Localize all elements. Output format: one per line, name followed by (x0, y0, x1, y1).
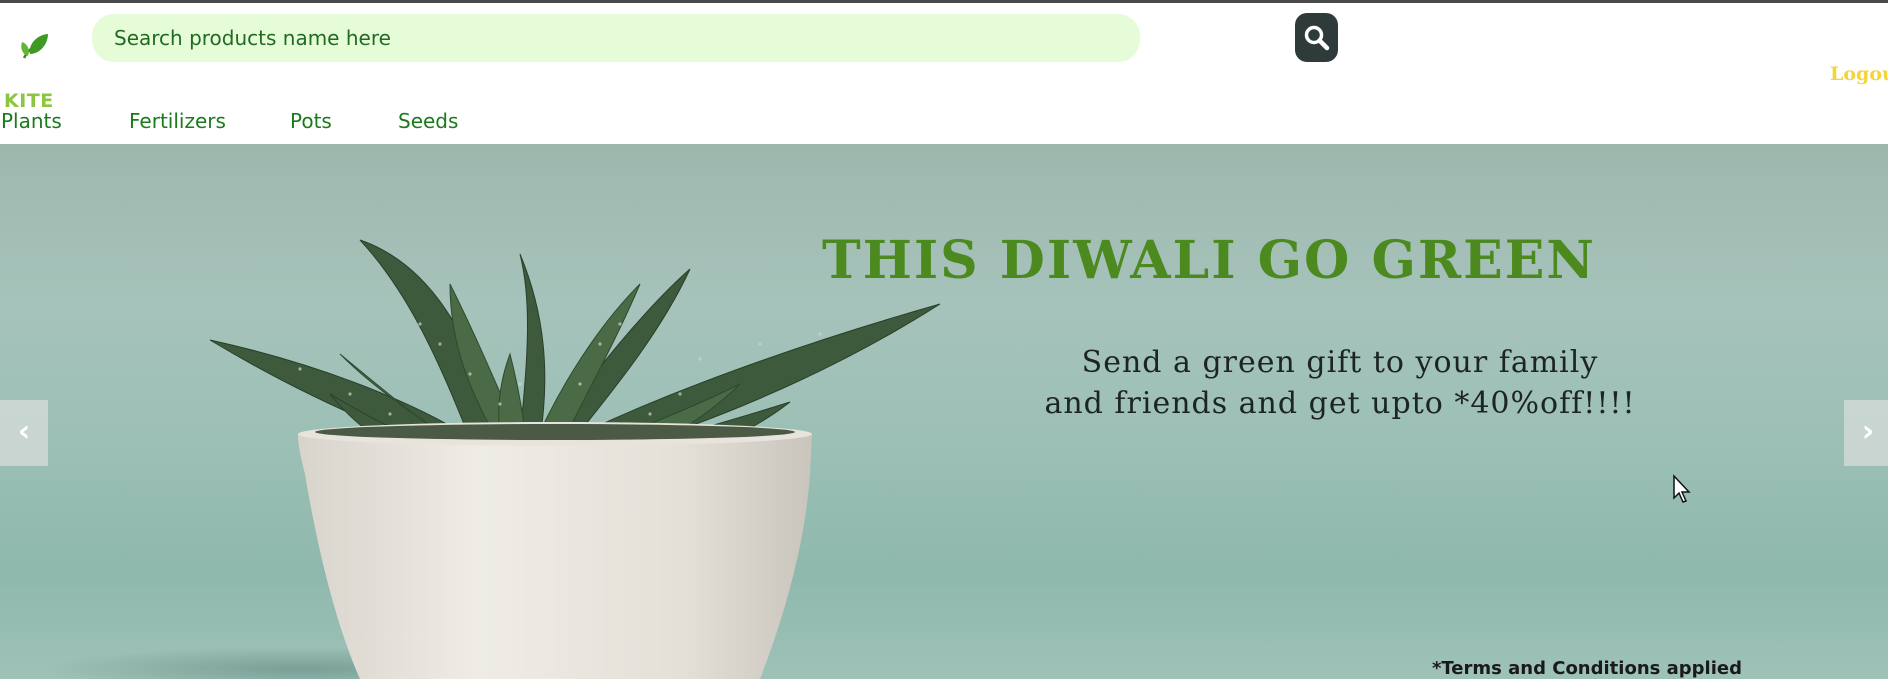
leaf-icon (21, 34, 48, 59)
nav-item-plants[interactable]: Plants (1, 109, 62, 133)
nav-item-seeds[interactable]: Seeds (398, 109, 458, 133)
banner-headline: THIS DIWALI GO GREEN (822, 230, 1596, 291)
chevron-left-icon: ‹ (17, 414, 31, 449)
nav-item-fertilizers[interactable]: Fertilizers (129, 109, 226, 133)
potted-aloe-image (40, 239, 941, 679)
carousel-prev-button[interactable]: ‹ (0, 400, 48, 466)
top-border (0, 0, 1888, 3)
banner-subtext-line1: Send a green gift to your family (1081, 345, 1599, 380)
mouse-cursor-icon (1673, 474, 1691, 503)
banner-subtext-line2: and friends and get upto *40%off!!!! (1044, 386, 1636, 421)
chevron-right-icon: › (1861, 414, 1875, 449)
search-input[interactable] (92, 14, 1140, 62)
logo[interactable]: KITE (2, 28, 53, 112)
logout-link[interactable]: Logout (1830, 63, 1888, 85)
banner-subtext: Send a green gift to your family and fri… (930, 342, 1750, 424)
search-icon (1304, 25, 1330, 51)
hero-banner: THIS DIWALI GO GREEN Send a green gift t… (0, 144, 1888, 679)
carousel-next-button[interactable]: › (1844, 400, 1888, 466)
terms-note: *Terms and Conditions applied (1432, 658, 1742, 679)
search-button[interactable] (1295, 13, 1338, 62)
nav-item-pots[interactable]: Pots (290, 109, 332, 133)
